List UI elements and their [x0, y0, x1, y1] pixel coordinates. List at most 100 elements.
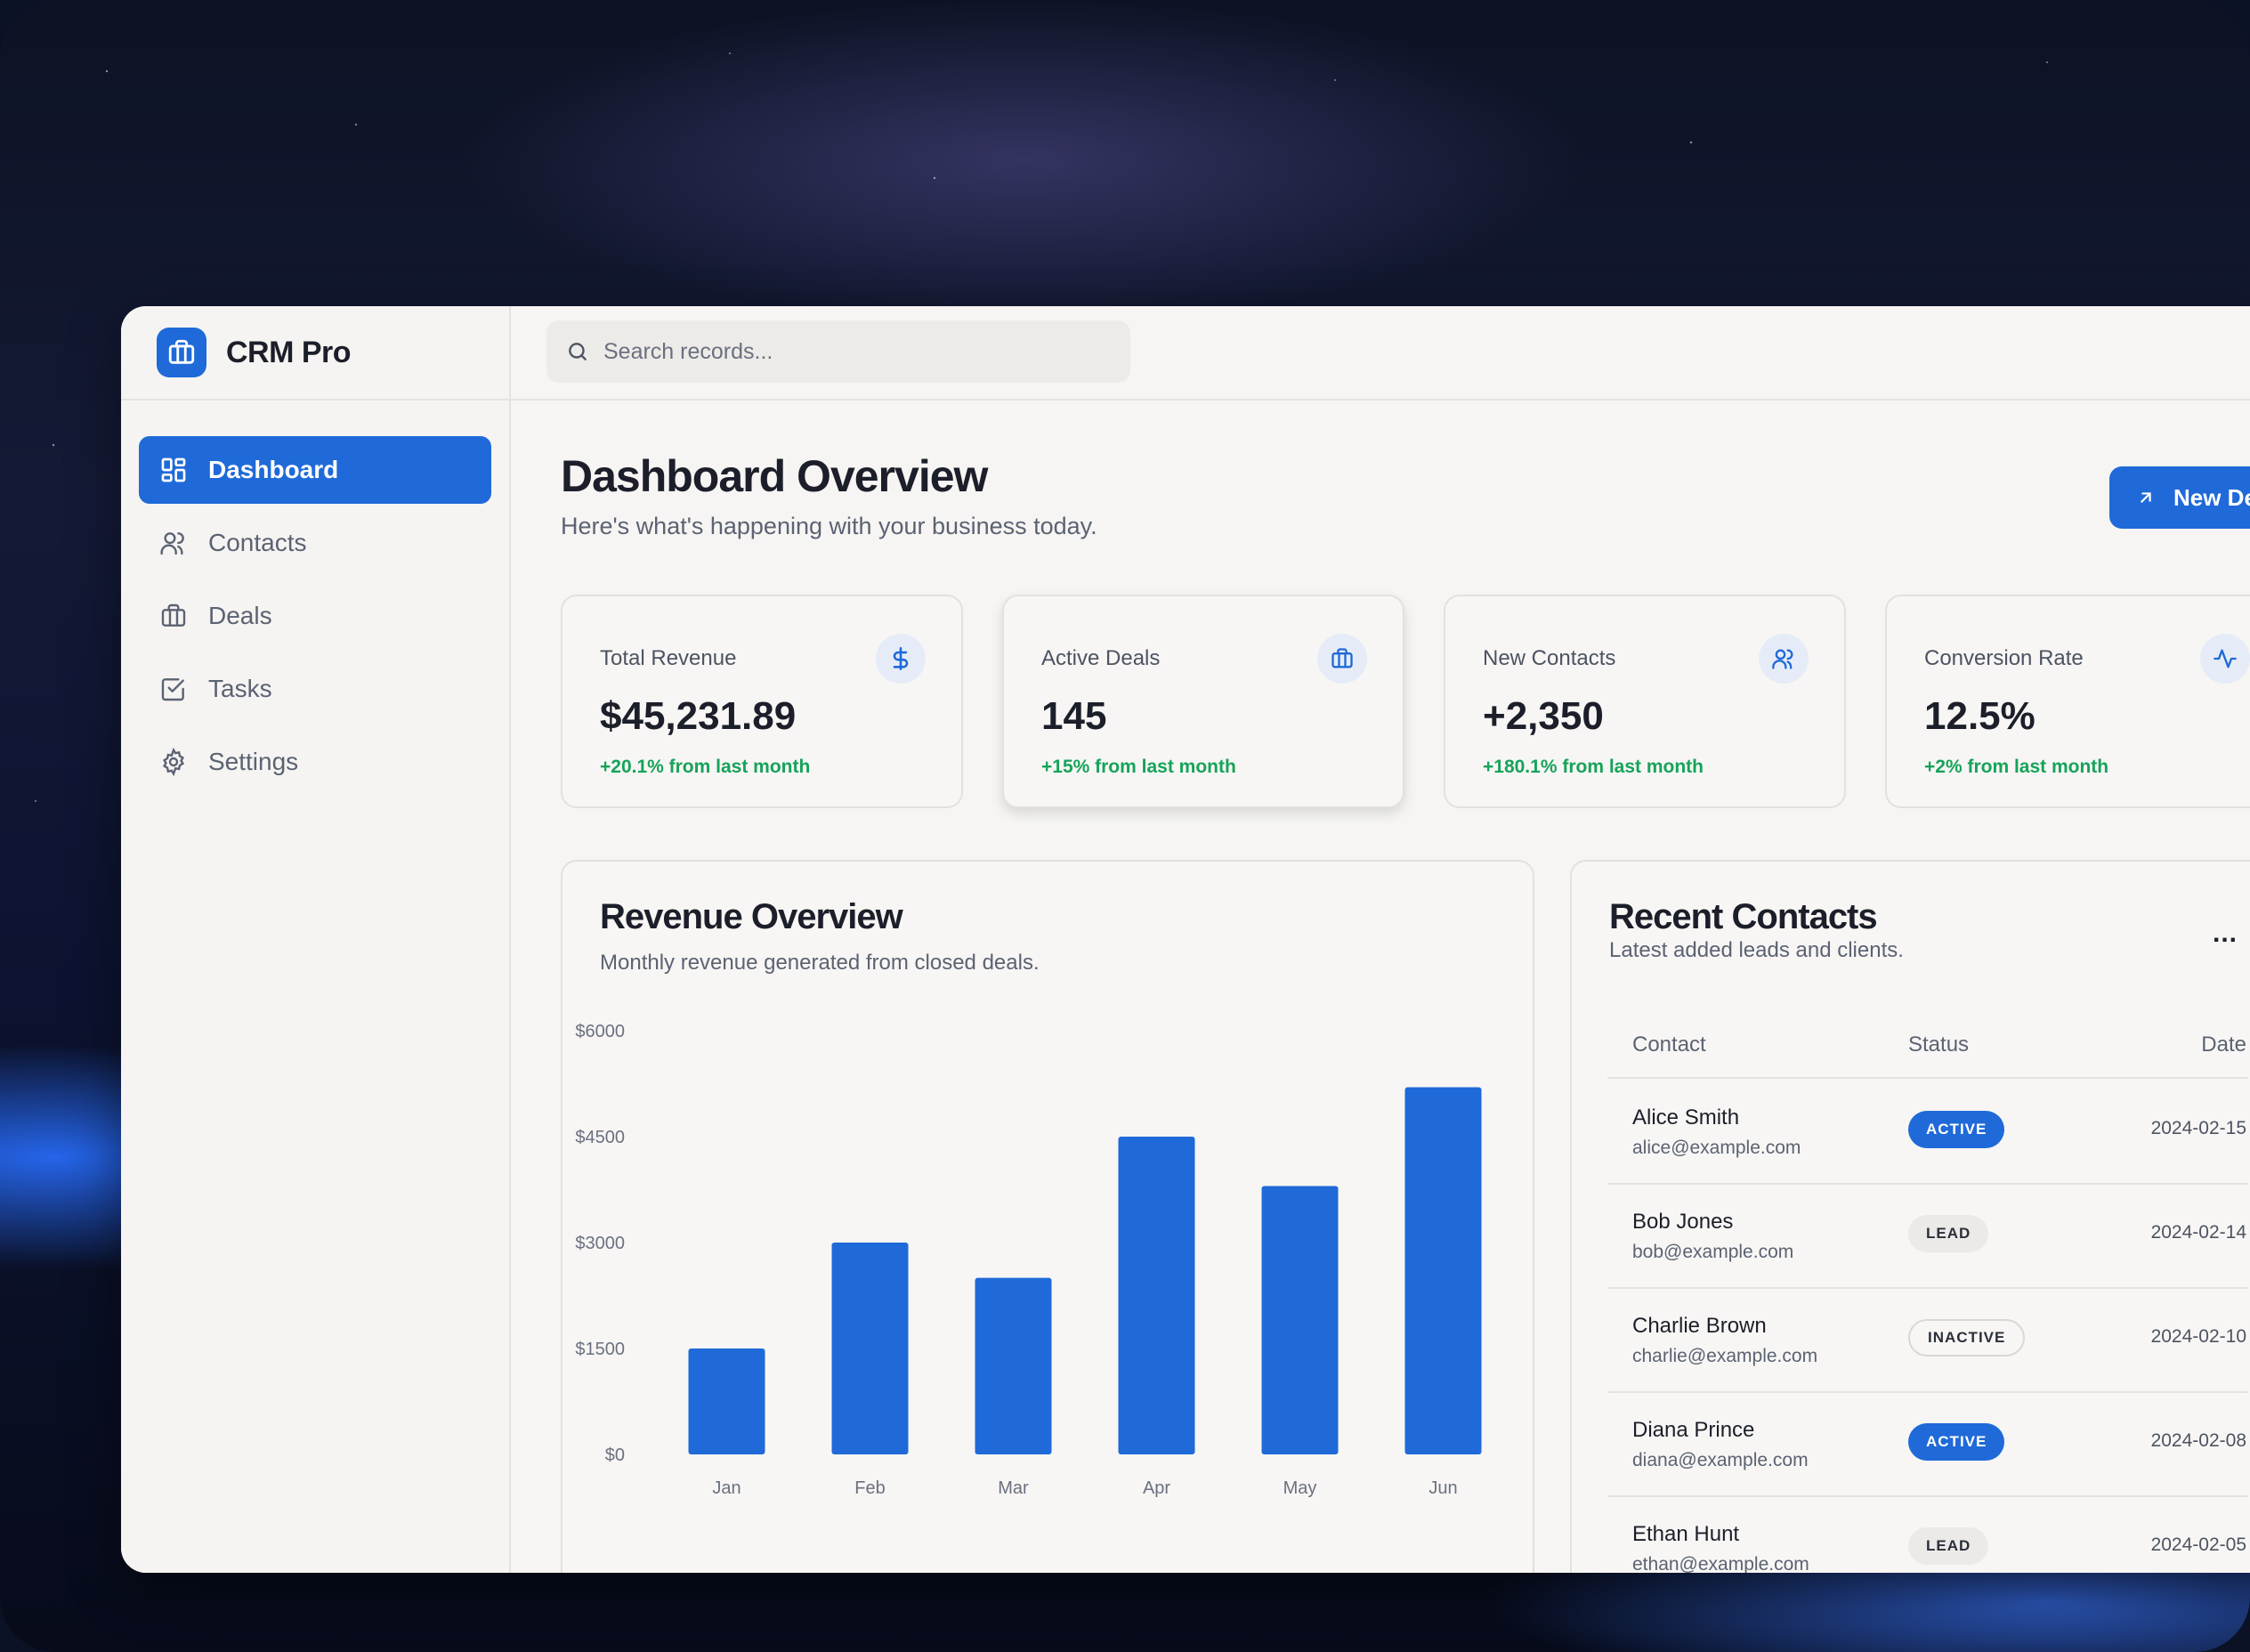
app-window: CRM Pro Dashboard Contacts Deals Tasks S… — [121, 306, 2250, 1573]
table-row[interactable]: Alice Smith alice@example.com ACTIVE 2024-0… — [1607, 1079, 2248, 1185]
table-row[interactable]: Bob Jones bob@example.com LEAD 2024-02-14 — [1607, 1183, 2248, 1289]
card-title: Revenue Overview — [600, 897, 903, 936]
stat-label: Active Deals — [1041, 646, 1161, 670]
x-tick-label: May — [1283, 1478, 1317, 1498]
activity-icon — [2200, 634, 2250, 684]
arrow-up-right-icon — [2136, 486, 2159, 509]
card-title: Recent Contacts — [1609, 897, 1878, 936]
stat-delta: +180.1% from last month — [1483, 757, 1704, 777]
contact-date: 2024-02-08 — [2150, 1430, 2246, 1451]
bar-mar[interactable] — [975, 1277, 1052, 1454]
users-icon — [1759, 634, 1809, 684]
sidebar-item-label: Tasks — [208, 675, 272, 702]
card-subtitle: Monthly revenue generated from closed de… — [600, 951, 1040, 975]
contact-date: 2024-02-15 — [2150, 1118, 2246, 1138]
sidebar-item-tasks[interactable]: Tasks — [139, 655, 491, 723]
y-tick-label: $6000 — [575, 1022, 625, 1041]
revenue-card: Revenue Overview Monthly revenue generat… — [561, 860, 1534, 1573]
sidebar-item-dashboard[interactable]: Dashboard — [139, 436, 491, 504]
x-tick-label: Apr — [1143, 1478, 1170, 1498]
stat-label: Total Revenue — [600, 646, 737, 670]
sidebar-item-label: Contacts — [208, 529, 307, 556]
table-row[interactable]: Ethan Hunt ethan@example.com LEAD 2024-02-0… — [1607, 1495, 2248, 1573]
page-subtitle: Here's what's happening with your busine… — [561, 513, 1097, 539]
stat-card-conversion: Conversion Rate 12.5% +2% from last mont… — [1885, 595, 2250, 808]
card-subtitle: Latest added leads and clients. — [1609, 938, 1904, 962]
contact-name: Diana Prince — [1632, 1418, 1755, 1442]
x-tick-label: Jun — [1429, 1478, 1457, 1498]
contact-date: 2024-02-05 — [2150, 1535, 2246, 1555]
sidebar: CRM Pro Dashboard Contacts Deals Tasks S… — [121, 306, 511, 1573]
sidebar-item-label: Dashboard — [208, 456, 339, 483]
y-tick-label: $4500 — [575, 1128, 625, 1147]
search-icon — [564, 338, 591, 365]
x-tick-label: Mar — [998, 1478, 1029, 1498]
bar-may[interactable] — [1261, 1186, 1339, 1454]
new-deal-label: New Deal — [2173, 483, 2250, 511]
contact-email: charlie@example.com — [1632, 1346, 1818, 1366]
gear-icon — [158, 747, 189, 777]
stat-value: +2,350 — [1483, 694, 1604, 738]
stat-delta: +20.1% from last month — [600, 757, 811, 777]
contact-date: 2024-02-10 — [2150, 1326, 2246, 1347]
search-box[interactable] — [546, 320, 1130, 383]
app-name: CRM Pro — [226, 335, 352, 369]
status-badge: ACTIVE — [1908, 1111, 2005, 1148]
y-tick-label: $0 — [605, 1446, 625, 1465]
bar-feb[interactable] — [831, 1243, 909, 1454]
stat-value: 12.5% — [1924, 694, 2036, 738]
dollar-icon — [876, 634, 926, 684]
sidebar-item-deals[interactable]: Deals — [139, 582, 491, 650]
sidebar-item-settings[interactable]: Settings — [139, 728, 491, 796]
sidebar-item-label: Deals — [208, 602, 272, 629]
recent-contacts-card: Recent Contacts Latest added leads and c… — [1570, 860, 2250, 1573]
stat-delta: +2% from last month — [1924, 757, 2109, 777]
users-icon — [158, 528, 189, 558]
table-header: Contact Status Date — [1607, 1013, 2248, 1079]
stat-label: New Contacts — [1483, 646, 1616, 670]
stat-card-contacts: New Contacts +2,350 +180.1% from last mo… — [1444, 595, 1846, 808]
contact-name: Alice Smith — [1632, 1105, 1740, 1130]
bar-jun[interactable] — [1404, 1087, 1482, 1454]
brand[interactable]: CRM Pro — [121, 306, 509, 401]
stat-value: $45,231.89 — [600, 694, 797, 738]
y-tick-label: $1500 — [575, 1340, 625, 1359]
stat-value: 145 — [1041, 694, 1107, 738]
status-badge: INACTIVE — [1908, 1319, 2026, 1356]
contact-email: ethan@example.com — [1632, 1554, 1809, 1573]
column-header: Status — [1908, 1032, 1970, 1057]
checkbox-icon — [158, 674, 189, 704]
new-deal-button[interactable]: New Deal — [2109, 466, 2250, 529]
stat-card-deals: Active Deals 145 +15% from last month — [1002, 595, 1404, 808]
sidebar-item-contacts[interactable]: Contacts — [139, 509, 491, 577]
contact-email: diana@example.com — [1632, 1450, 1809, 1470]
x-tick-label: Jan — [712, 1478, 741, 1498]
table-row[interactable]: Diana Prince diana@example.com ACTIVE 2024-… — [1607, 1391, 2248, 1497]
status-badge: LEAD — [1908, 1215, 1989, 1252]
dashboard-icon — [158, 455, 189, 485]
contact-email: bob@example.com — [1632, 1242, 1794, 1262]
contact-email: alice@example.com — [1632, 1138, 1801, 1158]
search-input[interactable] — [602, 337, 1104, 366]
status-badge: ACTIVE — [1908, 1423, 2005, 1461]
sidebar-nav: Dashboard Contacts Deals Tasks Settings — [121, 401, 509, 796]
bar-apr[interactable] — [1118, 1137, 1195, 1454]
more-options-button[interactable]: ... — [2213, 919, 2238, 949]
x-tick-label: Feb — [854, 1478, 885, 1498]
sidebar-item-label: Settings — [208, 748, 299, 775]
contact-name: Charlie Brown — [1632, 1314, 1767, 1338]
briefcase-icon — [158, 601, 189, 631]
y-tick-label: $3000 — [575, 1234, 625, 1253]
contact-name: Ethan Hunt — [1632, 1522, 1740, 1546]
revenue-bar-chart: $0 $1500 $3000 $4500 $6000 Jan Feb Mar Apr May Jun — [575, 1022, 1482, 1498]
briefcase-icon — [157, 328, 206, 377]
status-badge: LEAD — [1908, 1527, 1989, 1565]
column-header: Date — [2201, 1032, 2246, 1057]
contact-date: 2024-02-14 — [2150, 1222, 2246, 1243]
table-row[interactable]: Charlie Brown charlie@example.com INACTIVE… — [1607, 1287, 2248, 1393]
stat-card-revenue: Total Revenue $45,231.89 +20.1% from las… — [561, 595, 963, 808]
bar-jan[interactable] — [688, 1348, 765, 1454]
contact-name: Bob Jones — [1632, 1210, 1734, 1234]
desktop-wallpaper: CRM Pro Dashboard Contacts Deals Tasks S… — [0, 0, 2250, 1652]
main-content: Dashboard Overview Here's what's happeni… — [509, 401, 2250, 1573]
